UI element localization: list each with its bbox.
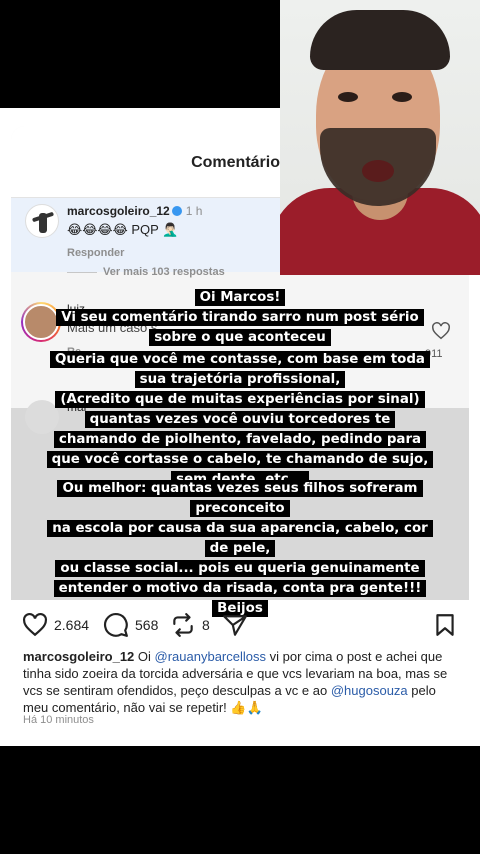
caption-line: de pele, xyxy=(204,540,276,557)
divider xyxy=(67,272,97,273)
repost-action[interactable]: 8 xyxy=(170,612,210,638)
mention-link[interactable]: @hugosouza xyxy=(331,683,408,698)
comment-header: marcosgoleiro_12 1 h xyxy=(67,204,202,218)
comment-time: 1 h xyxy=(185,204,203,218)
avatar[interactable] xyxy=(25,204,59,238)
caption-line: sua trajetória profissional, xyxy=(134,371,346,388)
share-action[interactable] xyxy=(222,612,248,638)
caption-block-1: Oi Marcos! Vi seu comentário tirando sar… xyxy=(0,288,480,348)
post-action-bar: 2.684 568 8 xyxy=(0,608,480,644)
repost-count: 8 xyxy=(202,617,210,633)
caption-block-3: Ou melhor: quantas vezes seus filhos sof… xyxy=(0,479,480,619)
comment-action[interactable]: 568 xyxy=(103,612,158,638)
view-more-replies[interactable]: Ver mais 103 respostas xyxy=(103,266,225,278)
reply-button[interactable]: Responder xyxy=(67,247,124,259)
caption-line: Queria que você me contasse, com base em… xyxy=(50,351,430,368)
post-username[interactable]: marcosgoleiro_12 xyxy=(23,649,134,664)
bookmark-action[interactable] xyxy=(432,612,458,638)
comment-icon[interactable] xyxy=(103,612,129,638)
caption-line: Oi Marcos! xyxy=(194,289,286,306)
comment-username[interactable]: marcosgoleiro_12 xyxy=(67,204,170,218)
caption-line: preconceito xyxy=(190,500,290,517)
comment-text: 😂😂😂😂 PQP 🤦🏻‍♂️ xyxy=(67,222,179,237)
like-action[interactable]: 2.684 xyxy=(22,612,89,638)
caption-text: Oi xyxy=(134,649,155,664)
caption-line: Vi seu comentário tirando sarro num post… xyxy=(56,309,424,326)
repost-icon[interactable] xyxy=(170,612,196,638)
caption-line: (Acredito que de muitas experiências por… xyxy=(55,391,425,408)
mention-link[interactable]: @rauanybarcelloss xyxy=(155,649,266,664)
bottom-black-bar xyxy=(0,746,480,854)
like-count: 2.684 xyxy=(54,617,90,633)
caption-line: sobre o que aconteceu xyxy=(149,329,331,346)
post-timestamp: Há 10 minutos xyxy=(23,714,94,726)
heart-icon[interactable] xyxy=(22,612,48,638)
caption-line: Ou melhor: quantas vezes seus filhos sof… xyxy=(57,480,423,497)
caption-line: que você cortasse o cabelo, te chamando … xyxy=(46,451,434,468)
caption-line: chamando de piolhento, favelado, pedindo… xyxy=(53,431,427,448)
verified-icon xyxy=(171,206,182,216)
caption-line: na escola por causa da sua aparencia, ca… xyxy=(47,520,433,537)
comment-count: 568 xyxy=(135,617,159,633)
caption-line: entender o motivo da risada, conta pra g… xyxy=(53,580,427,597)
caption-line: quantas vezes você ouviu torcedores te xyxy=(84,411,396,428)
caption-block-2: Queria que você me contasse, com base em… xyxy=(0,350,480,490)
bookmark-icon[interactable] xyxy=(432,612,458,638)
webcam-overlay xyxy=(280,0,480,275)
post-caption: marcosgoleiro_12 Oi @rauanybarcelloss vi… xyxy=(23,648,453,716)
share-icon[interactable] xyxy=(222,612,248,638)
caption-line: ou classe social... pois eu queria genui… xyxy=(55,560,425,577)
